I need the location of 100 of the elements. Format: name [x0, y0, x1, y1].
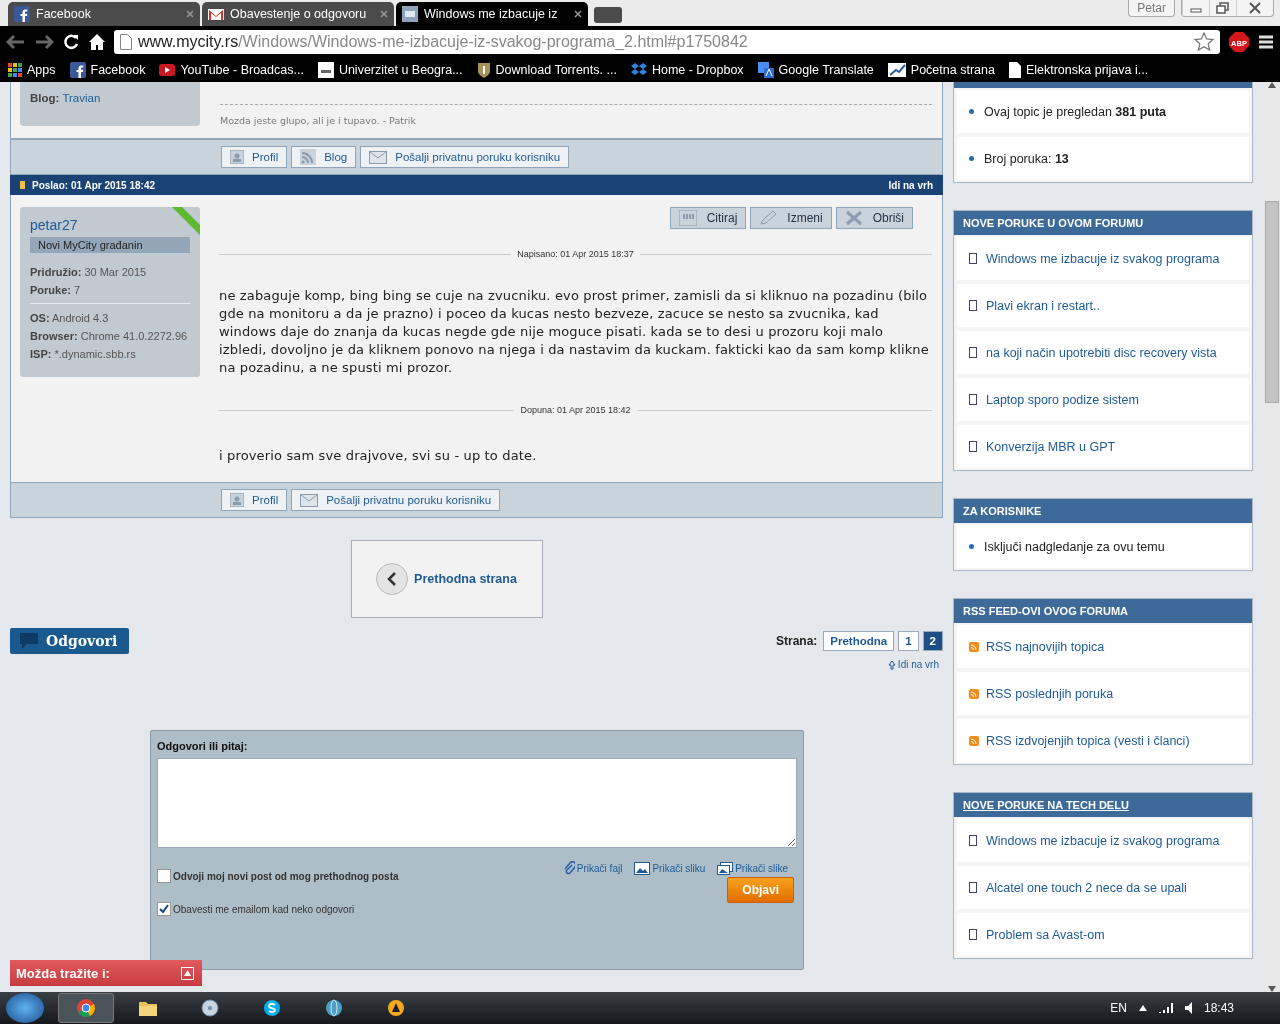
- attach-link[interactable]: Prikači slike: [717, 861, 788, 875]
- site-logo-icon: [402, 6, 418, 22]
- reply-button[interactable]: Odgovori: [10, 628, 130, 654]
- post-action-button[interactable]: Citiraj: [669, 207, 747, 229]
- browser-tab[interactable]: Facebook: [8, 2, 200, 26]
- pf-logo-icon: [317, 62, 334, 78]
- post-action-button[interactable]: Pošalji privatnu poruku korisniku: [360, 146, 570, 168]
- disc-icon: [201, 999, 219, 1017]
- bookmark-link[interactable]: Početna strana: [887, 63, 995, 77]
- previous-page-button[interactable]: Prethodna strana: [350, 540, 543, 618]
- attach-link[interactable]: Prikači sliku: [634, 861, 706, 875]
- bullet-icon: [969, 109, 974, 114]
- sidebar-item[interactable]: na koji način upotrebiti disc recovery vista: [957, 331, 1249, 374]
- post-body: ne zabaguje komp, bing bing se cuje na zvucniku. evo prost primer, zamisli da si kliknuo na pozadinu (bilo gde na monitoru a da je prazno) i poceo da kucas nesto bezveze, zacuce se nesto sa zvucnika, kad windows daje do znanja da kucas negde gde nije moguce pisati. kada se to desi u prozoru koji malo izbledi, dovoljno je da kliknem ponovo na njega i da nastavim da kuckam. fakticki kao da sam komp klikne na pozadinu, a ne spusti mi prozor.: [219, 287, 930, 377]
- menu-icon: [1258, 34, 1274, 50]
- images-icon: [717, 861, 734, 875]
- user-device-info: ISP: *.dynamic.sbb.rs: [30, 347, 137, 362]
- rss-icon: [300, 149, 317, 165]
- speech-bubble-icon: [20, 633, 38, 649]
- image-icon: [634, 861, 651, 875]
- bullet-icon: [969, 544, 974, 549]
- bookmark-link[interactable]: Univerzitet u Beogra...: [317, 62, 463, 78]
- sidebar-item[interactable]: Alcatel one touch 2 nece da se upali: [957, 866, 1249, 909]
- translate-icon: [757, 62, 774, 78]
- bookmark-link[interactable]: Google Translate: [757, 62, 874, 78]
- bookmark-link[interactable]: Download Torrents. ...: [476, 62, 617, 78]
- attach-link[interactable]: Prikači fajl: [562, 861, 623, 875]
- address-bar[interactable]: www.mycity.rs/Windows/Windows-me-izbacuje-iz-svakog-programa_2.html#p1750842: [114, 30, 1220, 54]
- sidebar-item[interactable]: Broj poruka: 13: [957, 137, 1249, 180]
- reply-input-field[interactable]: [157, 758, 797, 848]
- bookmark-link[interactable]: Elektronska prijava i...: [1008, 62, 1149, 78]
- bookmark-link[interactable]: Home - Dropbox: [630, 63, 744, 77]
- checkbox-label: Obavesti me emailom kad neko odgovori: [173, 903, 355, 915]
- sidebar-item[interactable]: Konverzija MBR u GPT: [957, 425, 1249, 468]
- paperclip-icon: [562, 861, 575, 875]
- scroll-thumb[interactable]: [1265, 201, 1279, 403]
- panel-title[interactable]: NOVE PORUKE NA TECH DELU: [954, 793, 1252, 817]
- star-icon: [1194, 32, 1214, 52]
- blog-field: Blog: Travian: [30, 92, 101, 104]
- page-button[interactable]: 1: [898, 631, 919, 651]
- suggestions-popup[interactable]: Možda tražite i:: [10, 960, 202, 986]
- post-action-button[interactable]: Profil: [221, 146, 288, 168]
- signature-text: Mozda jeste glupo, ali je i tupavo. - Patrik: [220, 104, 932, 126]
- panel-title: ZA KORISNIKE: [954, 499, 1252, 523]
- user-stat: Pridružio: 30 Mar 2015: [30, 265, 148, 280]
- envelope-icon: [369, 150, 388, 164]
- sidebar-item[interactable]: Problem sa Avast-om: [957, 913, 1249, 956]
- language-indicator[interactable]: EN: [1110, 1001, 1127, 1015]
- start-button[interactable]: [6, 993, 44, 1023]
- sidebar-item[interactable]: RSS izdvojenjih topica (vesti i članci): [957, 719, 1249, 762]
- sidebar-item[interactable]: Windows me izbacuje iz svakog programa: [957, 819, 1249, 862]
- profile-button[interactable]: Petar: [1128, 0, 1175, 17]
- document-icon: [969, 300, 977, 311]
- globe-icon: [325, 999, 343, 1017]
- pencil-icon: [759, 210, 778, 226]
- bookmark-link[interactable]: YouTube - Broadcas...: [159, 63, 304, 77]
- clock[interactable]: 18:43: [1203, 1001, 1234, 1015]
- post-addendum: i proverio sam sve drajvove, svi su - up to date.: [219, 447, 538, 465]
- chevron-left-icon: [387, 572, 398, 586]
- checkbox[interactable]: [157, 902, 171, 916]
- rss-feed-icon: [969, 688, 979, 699]
- sidebar-item[interactable]: Windows me izbacuje iz svakog programa: [957, 237, 1249, 280]
- browser-tab[interactable]: Windows me izbacuje iz: [396, 2, 588, 26]
- post-action-button[interactable]: Profil: [221, 489, 288, 511]
- post-action-button[interactable]: Blog: [291, 146, 357, 168]
- checkbox-label: Odvoji moj novi post od mog prethodnog posta: [173, 870, 399, 882]
- post-action-button[interactable]: Izmeni: [750, 207, 832, 229]
- browser-tab[interactable]: Obavestenje o odgovoru: [202, 2, 394, 26]
- back-to-top-link[interactable]: Idi na vrh: [888, 179, 933, 191]
- written-date: Napisano: 01 Apr 2015 18:37: [517, 249, 634, 259]
- note-icon: [20, 181, 25, 189]
- bookmark-link[interactable]: Facebook: [69, 62, 146, 78]
- pagination-label: Strana:: [775, 634, 818, 648]
- sidebar-item[interactable]: RSS najnovijih topica: [957, 625, 1249, 668]
- bookmark-link[interactable]: Apps: [8, 63, 56, 77]
- blog-link[interactable]: Travian: [62, 92, 101, 104]
- chrome-icon: [77, 999, 95, 1017]
- skype-icon: [263, 999, 281, 1017]
- sidebar-item[interactable]: Ovaj topic je pregledan 381 puta: [957, 90, 1249, 133]
- sidebar-item[interactable]: RSS poslednjih poruka: [957, 672, 1249, 715]
- page-button[interactable]: Prethodna: [823, 631, 895, 651]
- document-icon: [1008, 62, 1021, 78]
- forward-icon: [34, 34, 54, 50]
- checkbox[interactable]: [157, 869, 171, 883]
- back-to-top-link[interactable]: Idi na vrh: [887, 659, 939, 670]
- tray-arrow-icon: [1138, 1005, 1147, 1011]
- home-icon: [88, 33, 106, 51]
- profile-icon: [230, 150, 244, 164]
- close-icon: [574, 10, 582, 18]
- sidebar-item[interactable]: Isključi nadgledanje za ovu temu: [957, 525, 1249, 568]
- post-action-button[interactable]: Obriši: [835, 207, 913, 229]
- reply-label: Odgovori ili pitaj:: [157, 740, 249, 752]
- username-link[interactable]: petar27: [30, 217, 190, 233]
- document-icon: [969, 441, 977, 452]
- page-button[interactable]: 2: [922, 631, 943, 651]
- user-stat: Poruke: 7: [30, 283, 82, 298]
- sidebar-item[interactable]: Plavi ekran i restart..: [957, 284, 1249, 327]
- post-action-button[interactable]: Pošalji privatnu poruku korisniku: [291, 489, 501, 511]
- sidebar-item[interactable]: Laptop sporo podize sistem: [957, 378, 1249, 421]
- scrollbar[interactable]: [1264, 82, 1280, 992]
